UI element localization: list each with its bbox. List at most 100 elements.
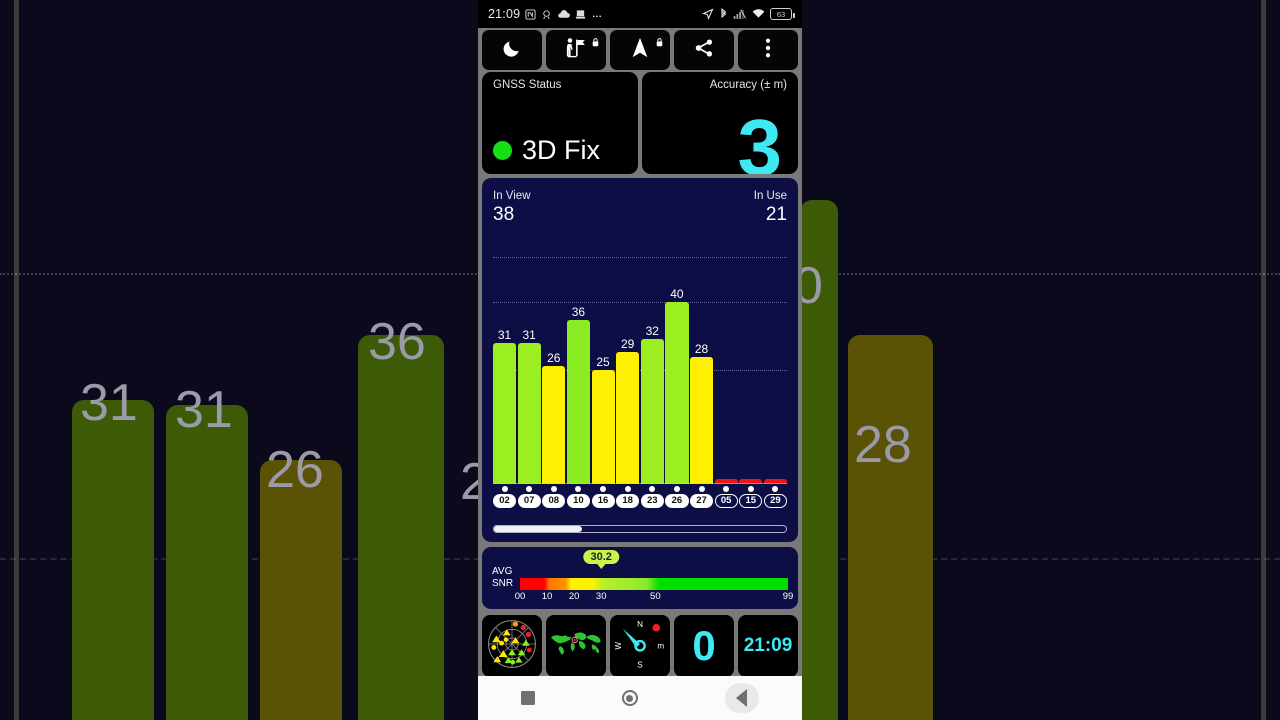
snr-bar-chart: 31 31 26 36 25 29 32 40 28 [493,234,787,484]
snr-tick-labels: 00 10 20 30 50 99 [515,591,794,603]
skyplot-button[interactable] [482,615,542,677]
surveyor-icon [565,37,588,63]
background-right-chart: 0 28 [800,0,1280,720]
satellite-id-label: 27 [690,494,714,508]
location-icon [702,8,714,20]
accuracy-card[interactable]: Accuracy (± m) 3 [642,72,798,174]
accuracy-value: 3 [737,103,783,175]
recents-button[interactable] [521,691,536,705]
satellite-cell[interactable]: 26 [665,486,689,516]
satellite-id-label: 26 [665,494,689,508]
gnss-fix-row: 3D Fix [493,137,600,164]
battery-icon: 63 [770,8,795,20]
phone-screen: 21:09 63 GNSS Status 3D Fix Accuracy (± … [478,0,802,720]
navigation-arrow-icon [631,37,649,64]
chart-bar [665,302,689,484]
in-view-label: In View [493,190,531,202]
satellite-id-label: 16 [591,494,615,508]
status-clock: 21:09 [488,7,521,21]
compass-south-label: S [637,660,643,669]
satellite-cell[interactable]: 16 [591,486,615,516]
chart-bar-column[interactable]: 29 [616,234,640,484]
chart-bar-value-label: 31 [497,328,512,343]
background-left-chart: 31 31 26 36 2 [0,0,480,720]
overflow-menu-button[interactable] [738,30,798,70]
satellite-cell[interactable]: 23 [640,486,664,516]
chart-scrollbar[interactable] [493,525,787,533]
chart-bar-value-label: 26 [547,350,561,365]
skyplot-radar-icon [486,618,538,675]
accuracy-title: Accuracy (± m) [709,79,787,91]
chart-bar-column[interactable]: 31 [493,234,517,484]
chart-bar [542,365,566,484]
snr-gradient-bar [520,578,788,590]
satellite-dot-icon [575,486,582,492]
compass-west-label: W [614,641,623,649]
in-view-value: 38 [493,204,515,225]
snr-tick-label: 30 [595,591,607,602]
bottom-tool-row: N S W m 0 21:09 [482,615,798,677]
lock-icon [592,34,599,47]
compass-button[interactable]: N S W m [610,615,670,677]
navigation-button[interactable] [610,30,670,70]
gnss-fix-value: 3D Fix [522,135,601,165]
battery-level: 63 [776,9,786,19]
satellite-id-label: 02 [493,494,517,508]
bg-bar-label: 26 [266,441,324,499]
chart-bar-value-label: 25 [596,355,610,370]
in-use-label: In Use [753,190,787,202]
speed-button[interactable]: 0 [674,615,734,677]
map-button[interactable] [546,615,606,677]
chart-scrollbar-thumb[interactable] [494,526,582,532]
satellite-dot-icon [600,486,607,492]
chart-bar-value-label: 29 [621,337,635,352]
satellite-id-label: 18 [616,494,640,508]
kebab-menu-icon [765,38,771,63]
back-button[interactable] [724,683,759,713]
satellite-cell[interactable]: 15 [739,486,763,516]
chart-bar-column[interactable] [739,234,763,484]
satellite-cell[interactable]: 29 [763,486,787,516]
satellite-dot-icon [723,486,730,492]
bg-bar-label-partial: 2 [460,453,480,511]
nfc-icon [525,8,536,20]
satellite-cell[interactable]: 27 [690,486,714,516]
satellite-cell[interactable]: 10 [566,486,590,516]
compass-east-label: m [657,641,664,650]
satellite-id-label: 29 [763,494,787,508]
clock-button[interactable]: 21:09 [738,615,798,677]
satellite-cell[interactable]: 18 [616,486,640,516]
satellite-cell[interactable]: 05 [714,486,738,516]
chart-bar-column[interactable]: 25 [591,234,615,484]
bluetooth-icon [719,8,728,20]
home-button[interactable] [621,690,638,706]
android-nav-bar [478,676,802,720]
compass-icon: N S W m [612,616,668,677]
survey-mode-button[interactable] [546,30,606,70]
chart-bar-column[interactable]: 28 [690,234,714,484]
snr-tick-label: 00 [514,591,526,602]
satellite-cell[interactable]: 07 [517,486,541,516]
night-mode-button[interactable] [482,30,542,70]
share-button[interactable] [674,30,734,70]
avg-snr-bubble: 30.2 [583,550,619,564]
chart-bar-column[interactable] [714,234,738,484]
satellite-id-label: 05 [714,494,738,508]
chart-bar [640,338,664,484]
wifi-icon [752,8,765,20]
chart-bar-column[interactable] [763,234,787,484]
chart-bar-column[interactable]: 31 [517,234,541,484]
chart-bar [566,320,590,484]
chart-bar-column[interactable]: 40 [665,234,689,484]
chart-bar-column[interactable]: 26 [542,234,566,484]
satellite-cell[interactable]: 08 [542,486,566,516]
satellite-id-label: 15 [739,494,763,508]
satellite-cell[interactable]: 02 [493,486,517,516]
gnss-status-card[interactable]: GNSS Status 3D Fix [482,72,638,174]
chart-bar-column[interactable]: 36 [566,234,590,484]
speed-value: 0 [692,622,716,669]
satellite-chart-panel[interactable]: In View 38 In Use 21 31 31 26 36 25 29 32 40 28 … [482,178,798,542]
chart-bar-column[interactable]: 32 [640,234,664,484]
satellite-dot-icon [673,486,680,492]
lock-icon [656,34,663,47]
